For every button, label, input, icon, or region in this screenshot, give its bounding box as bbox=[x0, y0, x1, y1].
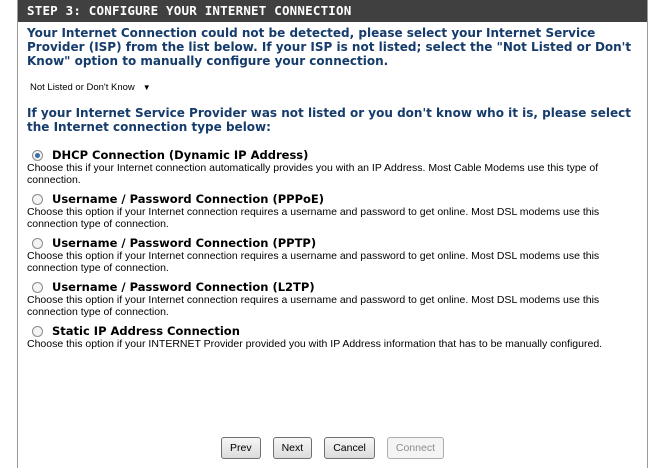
radio-pptp[interactable] bbox=[32, 238, 43, 249]
radio-dhcp[interactable] bbox=[32, 150, 43, 161]
connect-button[interactable]: Connect bbox=[386, 437, 444, 459]
step-title: STEP 3: CONFIGURE YOUR INTERNET CONNECTI… bbox=[18, 0, 647, 22]
option-l2tp-description: Choose this option if your Internet conn… bbox=[27, 294, 600, 318]
isp-select-value: Not Listed or Don't Know bbox=[30, 82, 135, 93]
wizard-content: Your Internet Connection could not be de… bbox=[18, 26, 647, 350]
option-static-ip-label: Static IP Address Connection bbox=[52, 324, 240, 338]
wizard-panel: STEP 3: CONFIGURE YOUR INTERNET CONNECTI… bbox=[17, 0, 648, 468]
radio-pppoe[interactable] bbox=[32, 194, 43, 205]
prev-button[interactable]: Prev bbox=[221, 437, 261, 459]
option-dhcp-label: DHCP Connection (Dynamic IP Address) bbox=[52, 148, 309, 162]
option-static-ip-description: Choose this option if your INTERNET Prov… bbox=[27, 338, 603, 350]
option-pppoe-description: Choose this option if your Internet conn… bbox=[27, 206, 600, 230]
option-dhcp[interactable]: DHCP Connection (Dynamic IP Address) Cho… bbox=[27, 148, 639, 187]
option-pppoe-label: Username / Password Connection (PPPoE) bbox=[52, 192, 325, 206]
chevron-down-icon: ▼ bbox=[142, 83, 151, 92]
next-button[interactable]: Next bbox=[272, 437, 313, 459]
option-static-ip[interactable]: Static IP Address Connection Choose this… bbox=[27, 324, 639, 351]
option-pptp[interactable]: Username / Password Connection (PPTP) Ch… bbox=[27, 236, 639, 275]
radio-l2tp[interactable] bbox=[32, 282, 43, 293]
connection-type-heading: If your Internet Service Provider was no… bbox=[27, 106, 631, 134]
isp-select[interactable]: Not Listed or Don't Know ▼ bbox=[27, 79, 156, 96]
cancel-button[interactable]: Cancel bbox=[324, 437, 375, 459]
radio-static-ip[interactable] bbox=[32, 326, 43, 337]
option-l2tp-label: Username / Password Connection (L2TP) bbox=[52, 280, 315, 294]
option-dhcp-description: Choose this if your Internet connection … bbox=[27, 162, 599, 186]
intro-text: Your Internet Connection could not be de… bbox=[27, 26, 632, 68]
option-pppoe[interactable]: Username / Password Connection (PPPoE) C… bbox=[27, 192, 639, 231]
wizard-buttons: Prev Next Cancel Connect bbox=[18, 437, 647, 459]
connection-type-options: DHCP Connection (Dynamic IP Address) Cho… bbox=[27, 148, 639, 351]
option-pptp-description: Choose this option if your Internet conn… bbox=[27, 250, 600, 274]
option-l2tp[interactable]: Username / Password Connection (L2TP) Ch… bbox=[27, 280, 639, 319]
option-pptp-label: Username / Password Connection (PPTP) bbox=[52, 236, 317, 250]
